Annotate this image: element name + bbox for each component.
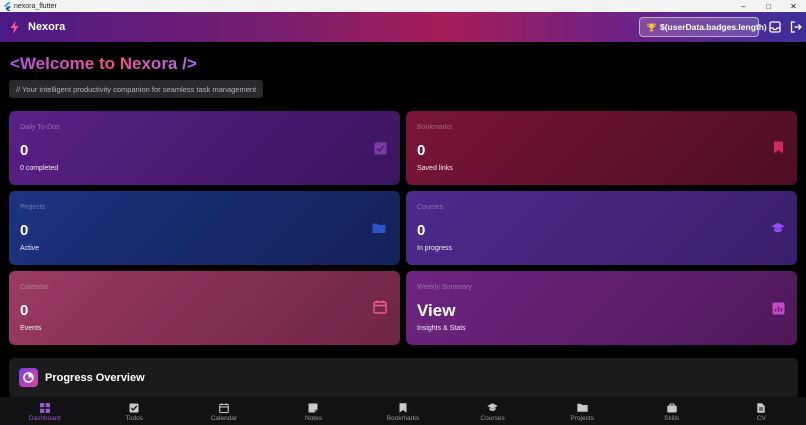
- card-label: Weekly Summary: [417, 284, 472, 291]
- card-value: 0: [417, 222, 426, 239]
- graduation-cap-icon: [487, 402, 498, 413]
- card-value: 0: [417, 142, 426, 159]
- nav-item-cv[interactable]: CV: [717, 397, 806, 425]
- progress-overview-title: Progress Overview: [45, 372, 145, 384]
- card-label: Projects: [20, 204, 46, 211]
- calendar-icon: [373, 300, 387, 314]
- flutter-icon: [2, 1, 11, 11]
- card-value: 0: [20, 142, 29, 159]
- card-subtitle: Insights & Stats: [417, 325, 466, 332]
- window-titlebar: nexora_flutter – □ ✕: [0, 0, 806, 12]
- card-weekly-summary[interactable]: Weekly Summary View Insights & Stats: [406, 271, 797, 345]
- bookmark-icon: [398, 402, 409, 413]
- card-subtitle: Events: [20, 325, 42, 332]
- folder-icon: [576, 402, 588, 413]
- nav-item-skills[interactable]: Skills: [627, 397, 717, 425]
- card-label: Calendar: [20, 284, 49, 291]
- card-daily-todos[interactable]: Daily To-Dos 0 0 completed: [9, 111, 400, 185]
- nav-item-dashboard[interactable]: Dashboard: [0, 397, 90, 425]
- document-icon: [756, 402, 767, 413]
- nav-item-projects[interactable]: Projects: [537, 397, 627, 425]
- nav-label: Calendar: [210, 415, 238, 422]
- nav-label: Bookmarks: [386, 415, 420, 422]
- nav-label: Skills: [664, 415, 680, 422]
- card-projects[interactable]: Projects 0 Active: [9, 191, 400, 265]
- card-subtitle: Active: [20, 245, 40, 252]
- nav-label: CV: [756, 415, 766, 422]
- nav-item-bookmarks[interactable]: Bookmarks: [358, 397, 448, 425]
- bookmark-icon: [771, 140, 785, 154]
- nav-item-calendar[interactable]: Calendar: [179, 397, 269, 425]
- page-subtitle: // Your intelligent productivity compani…: [9, 80, 264, 98]
- card-subtitle: 0 completed: [20, 165, 59, 172]
- briefcase-icon: [666, 402, 677, 413]
- card-value: 0: [20, 302, 29, 319]
- nav-label: Courses: [480, 415, 505, 422]
- card-bookmarks[interactable]: Bookmarks 0 Saved links: [406, 111, 797, 185]
- card-value: View: [417, 301, 456, 320]
- chart-icon: [771, 301, 785, 315]
- nav-item-notes[interactable]: Notes: [269, 397, 359, 425]
- dashboard-icon: [39, 402, 50, 413]
- card-subtitle: In progress: [417, 245, 453, 252]
- checkbox-icon: [129, 402, 140, 413]
- note-icon: [308, 402, 319, 413]
- app-name: Nexora: [28, 21, 66, 33]
- logout-button[interactable]: [789, 20, 803, 34]
- minimize-button[interactable]: –: [731, 0, 756, 12]
- calendar-icon: [218, 402, 229, 413]
- nav-item-courses[interactable]: Courses: [448, 397, 538, 425]
- card-courses[interactable]: Courses 0 In progress: [406, 191, 797, 265]
- logout-icon: [790, 21, 802, 33]
- card-subtitle: Saved links: [417, 165, 453, 172]
- inbox-icon: [769, 21, 781, 33]
- lightning-icon: [10, 20, 20, 34]
- badges-count-label: $(userData.badges.length): [660, 22, 767, 32]
- nav-label: Todos: [125, 415, 144, 422]
- progress-overview-section: Progress Overview: [9, 358, 798, 398]
- bottom-navigation: Dashboard Todos Calendar Notes Bookmarks…: [0, 397, 806, 425]
- folder-icon: [372, 221, 386, 235]
- nav-label: Notes: [304, 415, 322, 422]
- app-bar: Nexora $(userData.badges.length): [0, 12, 806, 42]
- maximize-button[interactable]: □: [756, 0, 781, 12]
- card-value: 0: [20, 222, 29, 239]
- inbox-button[interactable]: [768, 20, 782, 34]
- close-button[interactable]: ✕: [781, 0, 806, 12]
- badges-button[interactable]: $(userData.badges.length): [639, 17, 767, 37]
- card-calendar[interactable]: Calendar 0 Events: [9, 271, 400, 345]
- card-label: Courses: [417, 204, 444, 211]
- nav-label: Dashboard: [28, 415, 61, 422]
- card-label: Bookmarks: [417, 124, 453, 131]
- graduation-cap-icon: [771, 221, 785, 235]
- nav-label: Projects: [570, 415, 594, 422]
- pie-chart-icon: [19, 368, 38, 387]
- page-title: <Welcome to Nexora />: [10, 54, 197, 73]
- trophy-icon: [647, 22, 656, 32]
- window-title: nexora_flutter: [14, 2, 57, 10]
- nav-item-todos[interactable]: Todos: [90, 397, 180, 425]
- checkbox-icon: [373, 141, 387, 155]
- card-label: Daily To-Dos: [20, 124, 60, 131]
